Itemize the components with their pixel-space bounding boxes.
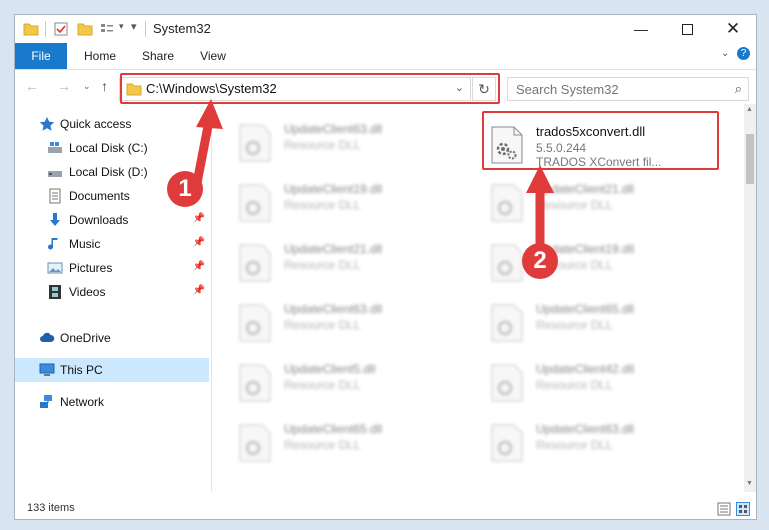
explorer-window: ▾ ▾ System32 — ✕ File Home Share View ⌄ … (14, 14, 757, 520)
step-marker-1: 1 (167, 171, 203, 207)
arrow-2-head (526, 165, 554, 193)
arrow-1 (192, 116, 214, 188)
step-marker-2: 2 (522, 243, 558, 279)
annotation-arrows (192, 99, 554, 254)
arrow-1-head (196, 99, 223, 129)
